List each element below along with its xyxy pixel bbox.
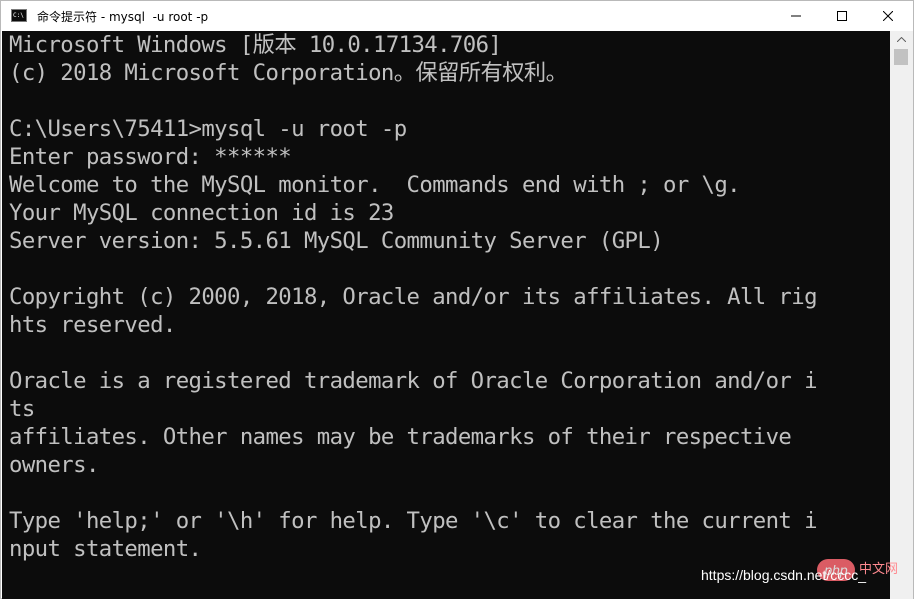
window-title: 命令提示符 - mysql -u root -p <box>37 10 209 24</box>
close-icon <box>883 11 893 21</box>
console-line: C:\Users\75411>mysql -u root -p <box>9 116 407 142</box>
cmd-window: C:\ 命令提示符 - mysql -u root -p Microsoft W… <box>0 0 914 599</box>
title-bar[interactable]: C:\ 命令提示符 - mysql -u root -p <box>1 1 913 31</box>
console-line: hts reserved. <box>9 312 176 338</box>
console-line: Copyright (c) 2000, 2018, Oracle and/or … <box>9 284 818 310</box>
minimize-icon <box>791 15 801 17</box>
console-output[interactable]: Microsoft Windows [版本 10.0.17134.706] (c… <box>2 31 890 599</box>
chevron-up-icon <box>897 37 906 42</box>
close-button[interactable] <box>865 1 911 31</box>
scroll-up-button[interactable] <box>890 31 913 48</box>
console-line: nput statement. <box>9 536 202 562</box>
minimize-button[interactable] <box>773 1 819 31</box>
console-line: Enter password: ****** <box>9 144 292 170</box>
console-line: (c) 2018 Microsoft Corporation。保留所有权利。 <box>9 60 568 86</box>
console-line: Welcome to the MySQL monitor. Commands e… <box>9 172 741 198</box>
console-line: ts <box>9 396 35 422</box>
console-line: Oracle is a registered trademark of Orac… <box>9 368 818 394</box>
console-line: owners. <box>9 452 99 478</box>
maximize-icon <box>837 11 847 21</box>
console-line: Your MySQL connection id is 23 <box>9 200 394 226</box>
console-line: Microsoft Windows [版本 10.0.17134.706] <box>9 32 502 58</box>
cmd-icon[interactable]: C:\ <box>11 9 27 22</box>
vertical-scrollbar[interactable] <box>890 31 913 599</box>
console-line: Type 'help;' or '\h' for help. Type '\c'… <box>9 508 818 534</box>
scroll-thumb[interactable] <box>894 49 908 65</box>
watermark-url: https://blog.csdn.net/cccc_ <box>701 567 866 583</box>
console-line: Server version: 5.5.61 MySQL Community S… <box>9 228 664 254</box>
maximize-button[interactable] <box>819 1 865 31</box>
console-line: affiliates. Other names may be trademark… <box>9 424 792 450</box>
